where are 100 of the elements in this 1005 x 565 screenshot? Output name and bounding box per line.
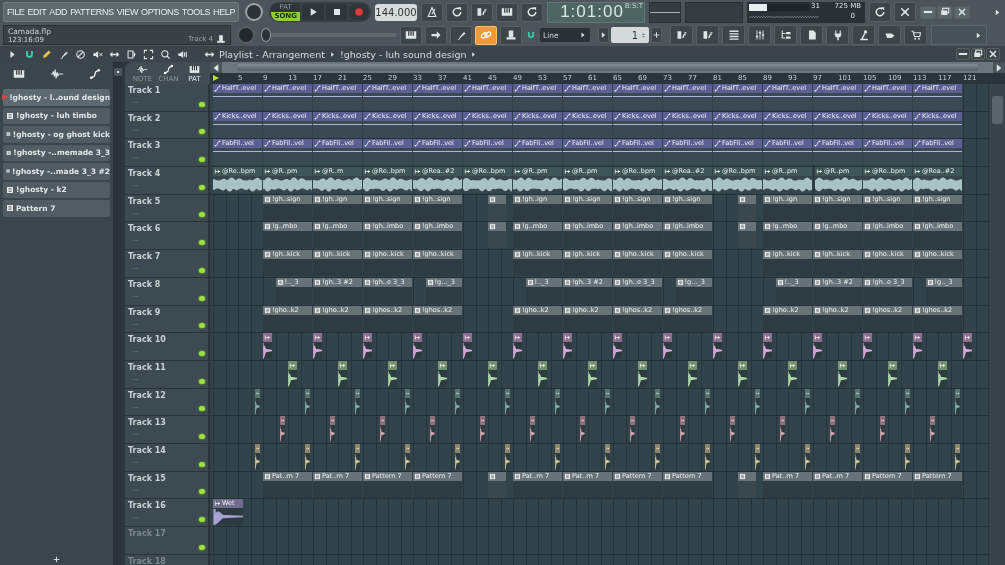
playlist-clip[interactable] xyxy=(563,333,572,360)
tempo-field[interactable]: 144.000 xyxy=(375,3,417,21)
playlist-clip[interactable] xyxy=(613,333,622,360)
playlist-clip[interactable] xyxy=(954,443,960,470)
playlist-clip[interactable] xyxy=(554,388,560,415)
playlist-clip[interactable] xyxy=(654,443,660,470)
breadcrumb-item[interactable]: Playlist - Arrangement xyxy=(219,48,325,60)
maximize-button[interactable] xyxy=(971,48,985,60)
track-enable-led[interactable] xyxy=(199,517,205,522)
playlist-clip[interactable] xyxy=(804,443,810,470)
playlist-clip[interactable] xyxy=(738,471,756,498)
previous-pattern-button[interactable] xyxy=(598,27,609,43)
playlist-clip[interactable] xyxy=(538,360,547,387)
toolbar-button[interactable] xyxy=(500,25,522,45)
menu-item[interactable]: TOOLS xyxy=(181,7,211,17)
menu-item[interactable]: OPTIONS xyxy=(141,7,179,17)
toolbar-button[interactable] xyxy=(748,25,771,45)
minimize-button[interactable] xyxy=(920,5,936,19)
toolbar-button[interactable] xyxy=(471,2,493,22)
playlist-clip[interactable] xyxy=(963,333,972,360)
menu-item[interactable]: EDIT xyxy=(27,7,47,17)
playlist-clip[interactable] xyxy=(954,388,960,415)
toolbar-button[interactable] xyxy=(425,25,447,45)
playlist-clip[interactable] xyxy=(738,222,756,249)
playlist-clip[interactable] xyxy=(779,416,785,443)
tool-button[interactable] xyxy=(73,47,88,61)
playlist-clip[interactable] xyxy=(713,333,722,360)
toolbar-button[interactable] xyxy=(800,25,823,45)
playlist-clip[interactable] xyxy=(263,333,272,360)
minimize-button[interactable] xyxy=(956,48,970,60)
playlist-clip[interactable] xyxy=(313,333,322,360)
playlist-clip[interactable] xyxy=(688,360,697,387)
playlist-clip[interactable] xyxy=(354,388,360,415)
playlist-clip[interactable] xyxy=(854,443,860,470)
track-enable-led[interactable] xyxy=(199,323,205,329)
toolbar-button[interactable] xyxy=(521,2,543,22)
toolbar-button[interactable] xyxy=(421,2,443,22)
track-enable-led[interactable] xyxy=(199,295,205,301)
playlist-clip[interactable] xyxy=(304,443,310,470)
playlist-clip[interactable] xyxy=(488,222,506,249)
playlist-clip[interactable] xyxy=(279,416,285,443)
stop-button[interactable] xyxy=(325,4,348,20)
playlist-clip[interactable] xyxy=(488,194,506,221)
playlist-clip[interactable] xyxy=(554,443,560,470)
playlist-clip[interactable] xyxy=(404,443,410,470)
playlist-clip[interactable] xyxy=(254,388,260,415)
playlist-clip[interactable] xyxy=(754,388,760,415)
track-enable-led[interactable] xyxy=(199,433,205,439)
playlist-clip[interactable] xyxy=(338,360,347,387)
toolbar-button[interactable] xyxy=(852,25,875,45)
toolbar-button[interactable] xyxy=(904,25,927,45)
track-enable-led[interactable] xyxy=(199,489,205,495)
menu-item[interactable]: PATTERNS xyxy=(70,7,114,17)
link-button[interactable] xyxy=(475,25,497,45)
track-enable-led[interactable] xyxy=(199,184,205,190)
playlist-clip[interactable] xyxy=(813,333,822,360)
playlist-clip[interactable] xyxy=(829,416,835,443)
playlist-clip[interactable] xyxy=(454,443,460,470)
menu-item[interactable]: HELP xyxy=(213,7,236,17)
track-enable-led[interactable] xyxy=(199,157,205,163)
playlist-clip[interactable] xyxy=(904,388,910,415)
tool-button[interactable] xyxy=(158,47,173,61)
playlist-clip[interactable] xyxy=(379,416,385,443)
toolbar-button[interactable] xyxy=(670,25,693,45)
playlist-clip[interactable] xyxy=(354,443,360,470)
playlist-clip[interactable] xyxy=(254,443,260,470)
playlist-clip[interactable] xyxy=(588,360,597,387)
playlist-clip[interactable] xyxy=(363,333,372,360)
volume-knob[interactable] xyxy=(245,3,263,21)
track-enable-led[interactable] xyxy=(199,101,205,107)
playlist-clip[interactable] xyxy=(604,388,610,415)
playlist-clip[interactable] xyxy=(654,388,660,415)
playlist-clip[interactable] xyxy=(429,416,435,443)
playlist-clip[interactable] xyxy=(388,360,397,387)
playlist-clip[interactable] xyxy=(504,443,510,470)
playlist-clip[interactable] xyxy=(888,360,897,387)
playlist-clip[interactable] xyxy=(513,333,522,360)
track-enable-led[interactable] xyxy=(199,378,205,384)
toolbar-button[interactable] xyxy=(878,25,901,45)
playlist-clip[interactable] xyxy=(454,388,460,415)
playlist-clip[interactable] xyxy=(729,416,735,443)
track-enable-led[interactable] xyxy=(199,240,205,246)
tool-button[interactable] xyxy=(141,47,156,61)
tool-button[interactable] xyxy=(124,47,139,61)
pattern-number-field[interactable]: 1 xyxy=(611,27,649,43)
toolbar-button[interactable] xyxy=(774,25,797,45)
scroll-thumb[interactable] xyxy=(992,96,1003,124)
maximize-button[interactable] xyxy=(937,5,953,19)
playlist-clip[interactable] xyxy=(404,388,410,415)
toolbar-button[interactable] xyxy=(450,25,472,45)
play-button[interactable] xyxy=(302,4,324,20)
add-pattern-button[interactable] xyxy=(651,27,662,43)
playlist-clip[interactable] xyxy=(329,416,335,443)
playlist-clip[interactable] xyxy=(304,388,310,415)
playlist-clip[interactable] xyxy=(838,360,847,387)
playlist-clip[interactable] xyxy=(788,360,797,387)
playlist-clip[interactable] xyxy=(904,443,910,470)
playlist-clip[interactable] xyxy=(529,416,535,443)
close-button[interactable] xyxy=(986,48,1000,60)
playlist-clip[interactable] xyxy=(629,416,635,443)
